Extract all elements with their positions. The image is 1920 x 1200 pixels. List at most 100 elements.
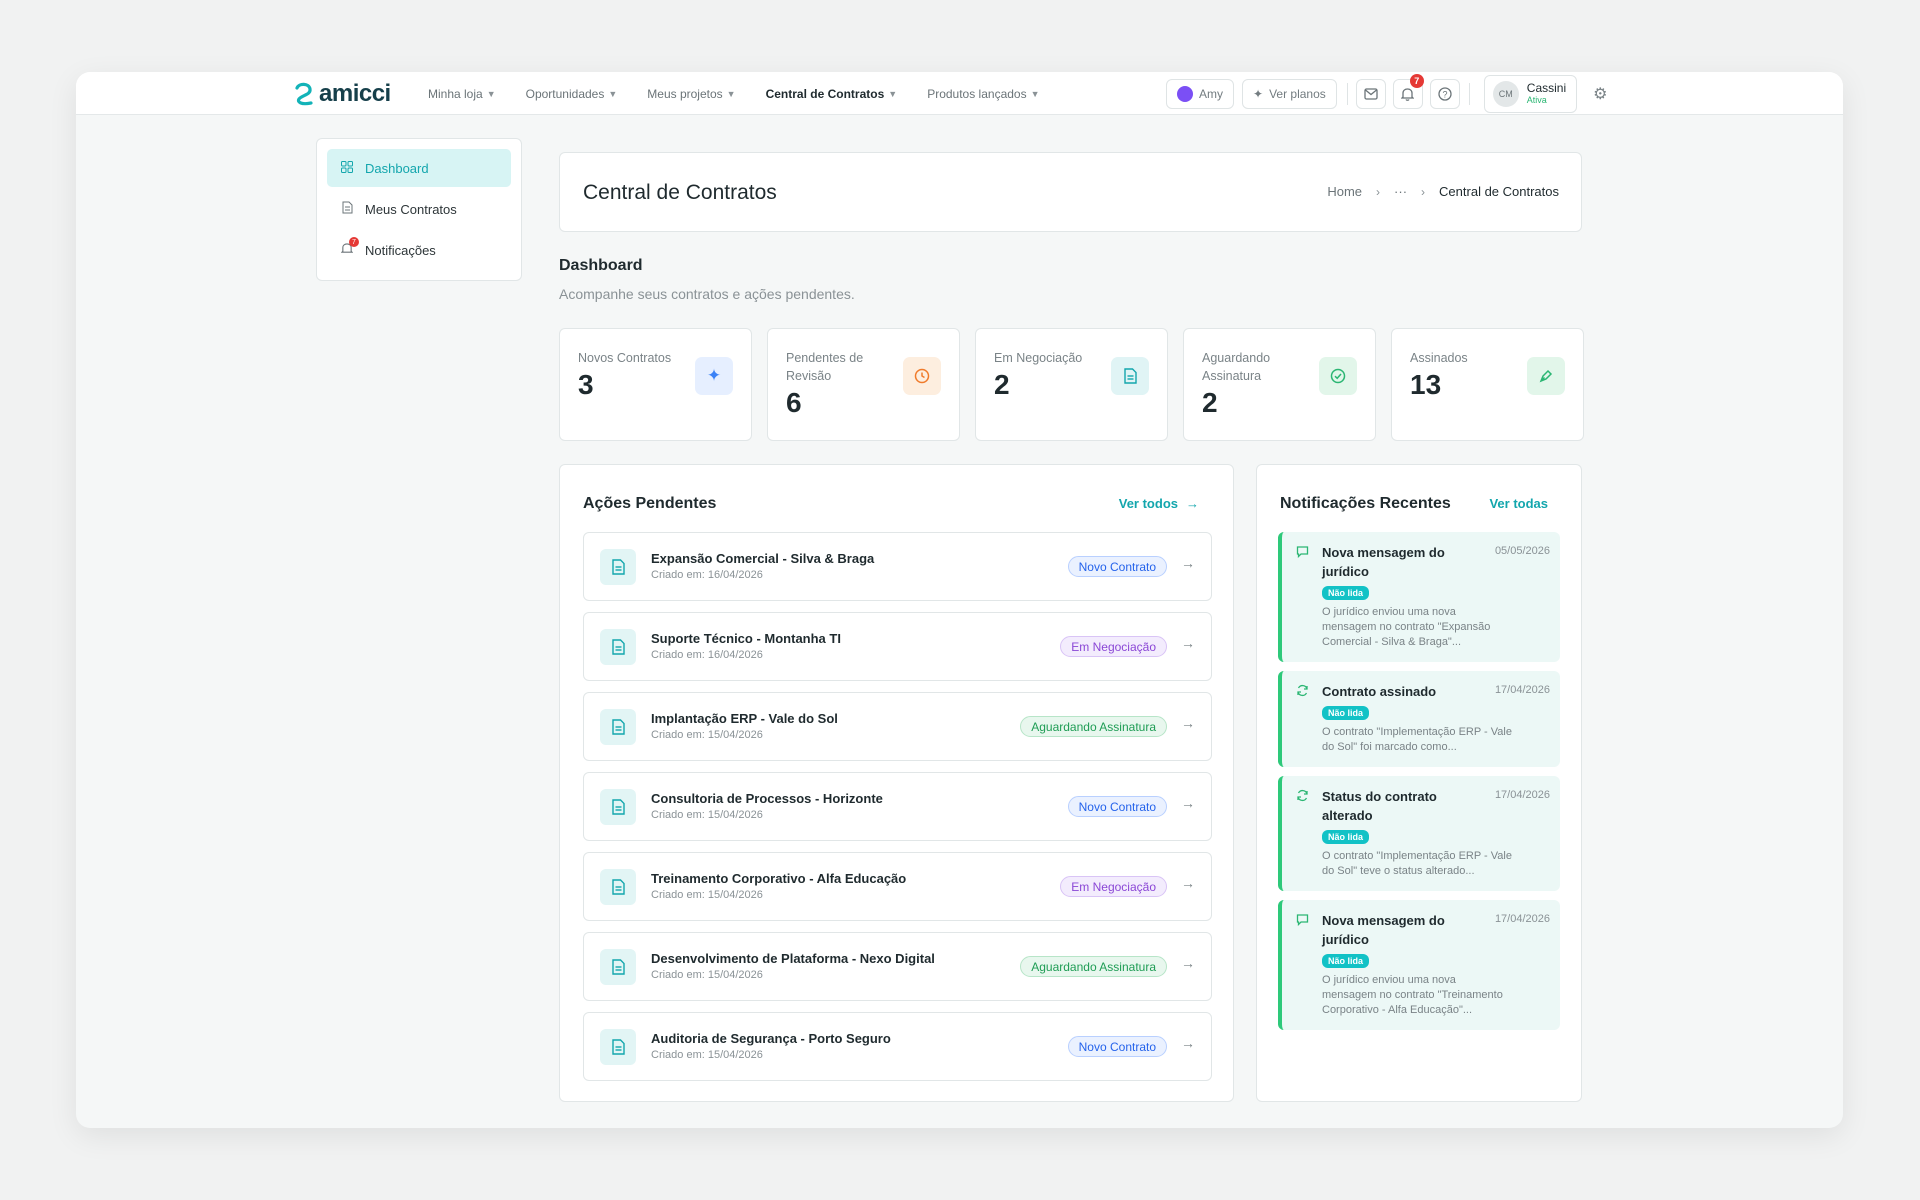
table-row[interactable]: Expansão Comercial - Silva & Braga Criado… [583, 532, 1212, 601]
status-badge: Em Negociação [1060, 636, 1167, 657]
nav-label: Oportunidades [525, 86, 605, 101]
card-title: Ações Pendentes [583, 495, 717, 512]
sidebar-item-label: Meus Contratos [365, 201, 457, 217]
contract-name: Desenvolvimento de Plataforma - Nexo Dig… [651, 951, 935, 966]
document-icon [600, 1029, 636, 1065]
table-row[interactable]: Implantação ERP - Vale do Sol Criado em: … [583, 692, 1212, 761]
stat-card-pendentes-revisao[interactable]: Pendentes de Revisão 6 [767, 328, 960, 441]
amy-button[interactable]: Amy [1166, 78, 1234, 109]
nav-minha-loja[interactable]: Minha loja ▼ [428, 87, 496, 101]
app-window: amicci Minha loja ▼ Oportunidades ▼ Meus p… [76, 72, 1843, 1128]
notification-count-badge: 7 [349, 237, 359, 247]
notification-date: 17/04/2026 [1494, 684, 1550, 696]
contract-date: Criado em: 15/04/2026 [651, 729, 763, 741]
stat-label: Novos Contratos [578, 351, 672, 365]
card-title: Notificações Recentes [1280, 495, 1451, 512]
sidebar-item-notificacoes[interactable]: 7 Notificações [327, 231, 511, 269]
ver-planos-button[interactable]: ✦ Ver planos [1242, 78, 1337, 109]
table-row[interactable]: Treinamento Corporativo - Alfa Educação C… [583, 852, 1212, 921]
grid-icon [339, 160, 355, 176]
status-badge: Em Negociação [1060, 876, 1167, 897]
arrow-right-icon[interactable]: → [1181, 1035, 1195, 1051]
notification-title: Status do contrato alterado [1322, 789, 1437, 823]
arrow-right-icon: → [1186, 496, 1199, 511]
notifications-list: Nova mensagem do jurídico 05/05/2026 Não l… [1278, 532, 1560, 1039]
notification-item[interactable]: Nova mensagem do jurídico 05/05/2026 Não l… [1278, 532, 1560, 662]
status-badge: Aguardando Assinatura [1020, 716, 1167, 737]
breadcrumb-ellipsis[interactable]: ··· [1394, 184, 1407, 199]
notification-text: O jurídico enviou uma nova mensagem no c… [1322, 974, 1503, 1016]
user-status: Ativa [1526, 94, 1547, 105]
chevron-right-icon: › [1421, 184, 1426, 199]
contract-name: Suporte Técnico - Montanha TI [651, 631, 841, 646]
contract-date: Criado em: 15/04/2026 [651, 969, 763, 981]
ver-planos-label: Ver planos [1269, 86, 1326, 101]
chevron-down-icon: ▼ [486, 88, 496, 99]
clock-icon [903, 357, 941, 395]
arrow-right-icon[interactable]: → [1181, 635, 1195, 651]
table-row[interactable]: Suporte Técnico - Montanha TI Criado em: … [583, 612, 1212, 681]
svg-text:?: ? [1442, 89, 1447, 99]
stat-value: 3 [578, 369, 594, 400]
nav-central-de-contratos[interactable]: Central de Contratos ▼ [766, 87, 898, 101]
notification-item[interactable]: Nova mensagem do jurídico 17/04/2026 Não l… [1278, 900, 1560, 1030]
document-icon [600, 789, 636, 825]
amicci-logo-icon [295, 82, 313, 106]
chevron-down-icon: ▼ [726, 88, 736, 99]
document-icon [600, 709, 636, 745]
nav-oportunidades[interactable]: Oportunidades ▼ [526, 87, 618, 101]
user-menu[interactable]: CM Cassini Ativa [1483, 74, 1578, 113]
nav-label: Central de Contratos [765, 86, 885, 101]
pen-icon [1527, 357, 1565, 395]
sidebar-item-dashboard[interactable]: Dashboard [327, 149, 511, 187]
unread-badge: Não lida [1322, 830, 1370, 844]
stat-value: 13 [1410, 369, 1442, 400]
stat-card-aguardando-assinatura[interactable]: Aguardando Assinatura 2 [1183, 328, 1376, 441]
stat-card-em-negociacao[interactable]: Em Negociação 2 [975, 328, 1168, 441]
notificacoes-recentes-card: Notificações Recentes Ver todas Nova men… [1256, 464, 1582, 1102]
page-header: Central de Contratos Home › ··· › Centra… [559, 152, 1582, 232]
notification-count-badge: 7 [1409, 73, 1424, 88]
contract-date: Criado em: 15/04/2026 [651, 1049, 763, 1061]
arrow-right-icon[interactable]: → [1181, 555, 1195, 571]
notification-date: 05/05/2026 [1494, 545, 1550, 557]
nav-label: Meus projetos [647, 86, 723, 101]
stat-card-novos-contratos[interactable]: Novos Contratos 3 ✦ [559, 328, 752, 441]
table-row[interactable]: Consultoria de Processos - Horizonte Cria… [583, 772, 1212, 841]
notification-date: 17/04/2026 [1494, 789, 1550, 801]
chevron-down-icon: ▼ [888, 88, 898, 99]
contract-date: Criado em: 15/04/2026 [651, 809, 763, 821]
notifications-button[interactable]: 7 [1392, 73, 1424, 109]
nav-produtos-lancados[interactable]: Produtos lançados ▼ [927, 87, 1039, 101]
stat-card-assinados[interactable]: Assinados 13 [1391, 328, 1584, 441]
gear-icon[interactable]: ⚙ [1593, 84, 1607, 104]
stats-row: Novos Contratos 3 ✦ Pendentes de Revisão… [559, 328, 1584, 441]
arrow-right-icon[interactable]: → [1181, 955, 1195, 971]
check-circle-icon [1319, 357, 1357, 395]
notification-item[interactable]: Contrato assinado 17/04/2026 Não lida O con… [1278, 671, 1560, 767]
document-icon [339, 201, 355, 217]
notification-title: Nova mensagem do jurídico [1322, 913, 1445, 947]
arrow-right-icon[interactable]: → [1181, 795, 1195, 811]
unread-badge: Não lida [1322, 706, 1370, 720]
contract-name: Auditoria de Segurança - Porto Seguro [651, 1031, 891, 1046]
help-icon: ? [1438, 86, 1452, 101]
divider [1346, 82, 1348, 105]
ver-todas-link[interactable]: Ver todas [1489, 496, 1548, 511]
table-row[interactable]: Desenvolvimento de Plataforma - Nexo Dig… [583, 932, 1212, 1001]
ver-todos-link[interactable]: Ver todos → [1119, 496, 1199, 511]
amy-avatar-icon [1177, 85, 1193, 102]
mail-button[interactable] [1355, 78, 1386, 109]
nav-label: Minha loja [428, 86, 483, 101]
stat-value: 2 [1202, 387, 1218, 418]
arrow-right-icon[interactable]: → [1181, 875, 1195, 891]
brand-name: amicci [319, 80, 391, 107]
brand-logo[interactable]: amicci [293, 80, 391, 108]
table-row[interactable]: Auditoria de Segurança - Porto Seguro Cri… [583, 1012, 1212, 1081]
notification-item[interactable]: Status do contrato alterado 17/04/2026 Não… [1278, 776, 1560, 891]
sidebar-item-meus-contratos[interactable]: Meus Contratos [327, 190, 511, 228]
nav-meus-projetos[interactable]: Meus projetos ▼ [647, 87, 735, 101]
arrow-right-icon[interactable]: → [1181, 715, 1195, 731]
help-button[interactable]: ? [1429, 78, 1460, 109]
breadcrumb-home[interactable]: Home [1327, 184, 1362, 199]
